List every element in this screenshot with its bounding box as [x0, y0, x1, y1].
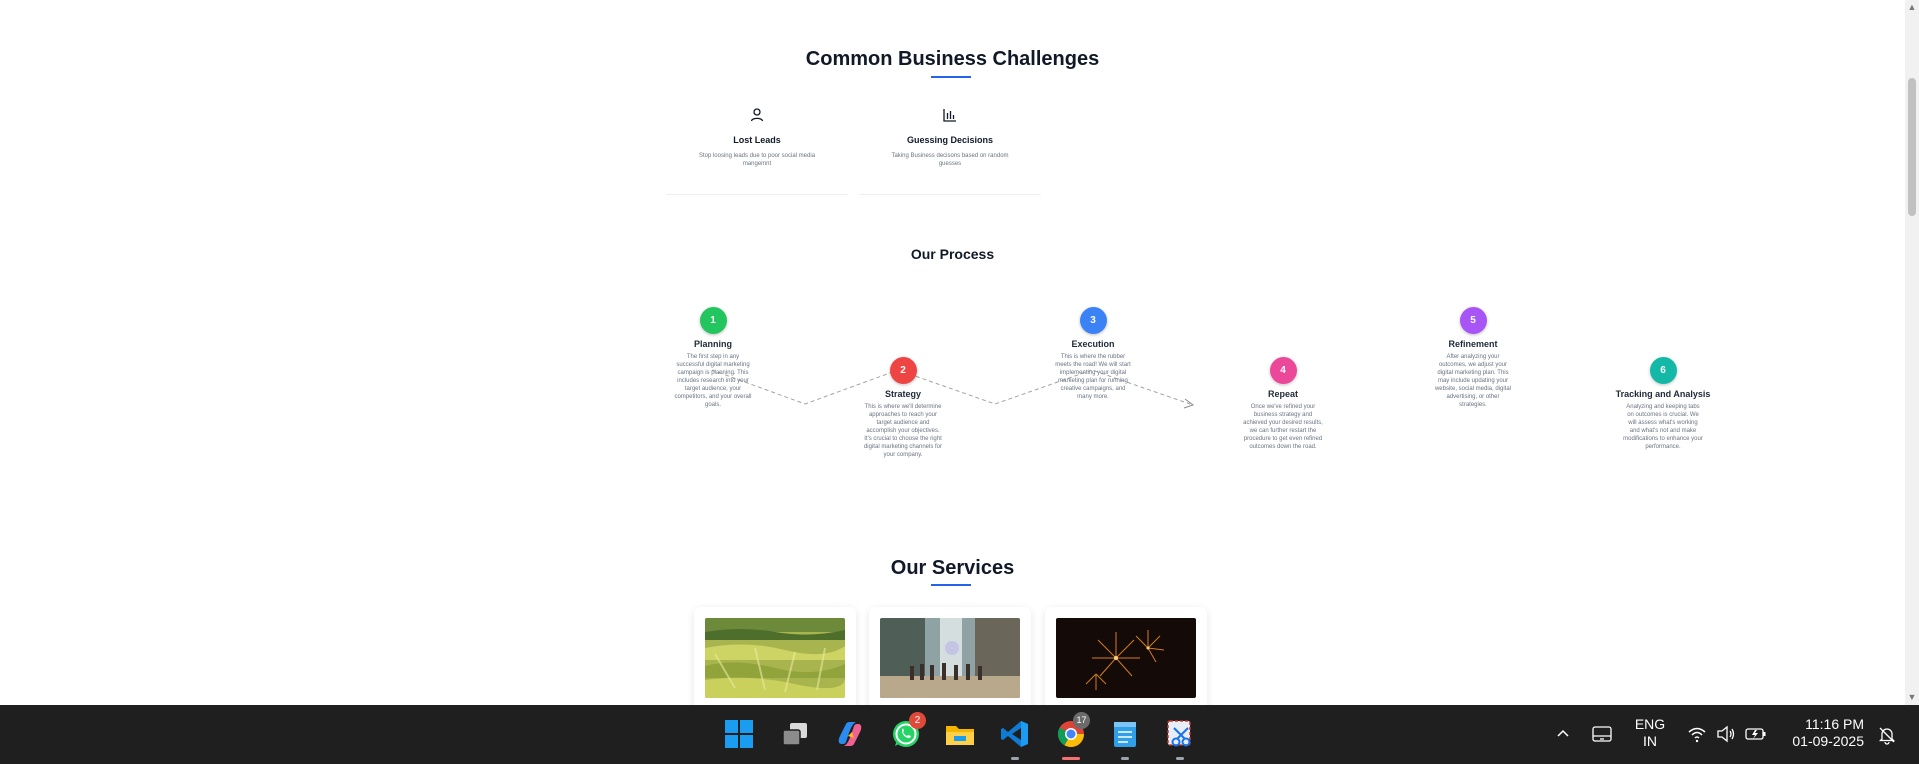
- vscode-button[interactable]: [999, 718, 1031, 750]
- step-title: Execution: [1071, 339, 1115, 349]
- snipping-tool-running-indicator: [1176, 757, 1184, 760]
- step-title: Strategy: [884, 389, 921, 399]
- whatsapp-unread-badge: 2: [909, 712, 926, 729]
- battery-charging-icon: [1745, 728, 1766, 740]
- step-number-badge: 2: [889, 357, 917, 384]
- notepad-running-indicator: [1121, 757, 1129, 760]
- copilot-button[interactable]: [834, 718, 866, 750]
- clock-button[interactable]: 11:16 PM 01-09-2025: [1780, 716, 1864, 750]
- chevron-up-icon: [1557, 729, 1569, 737]
- whatsapp-button[interactable]: 2: [890, 712, 926, 750]
- fireworks-night-image: [1056, 618, 1196, 698]
- touch-keyboard-button[interactable]: [1591, 725, 1613, 747]
- show-hidden-icons-button[interactable]: [1553, 725, 1573, 745]
- scrollbar-thumb[interactable]: [1908, 78, 1916, 216]
- keyboard-layout-icon: [1592, 726, 1612, 742]
- step-number-badge: 3: [1079, 307, 1107, 334]
- snipping-tool-button[interactable]: [1164, 718, 1196, 750]
- step-number-badge: 4: [1269, 357, 1297, 384]
- battery-status-button[interactable]: [1744, 725, 1768, 747]
- step-title: Tracking and Analysis: [1615, 389, 1711, 399]
- language-indicator[interactable]: ENG IN: [1628, 716, 1672, 750]
- process-step-strategy: 2 Strategy This is where we'll determine…: [853, 357, 953, 459]
- snipping-tool-icon: [1167, 720, 1191, 747]
- group-at-waterfall-image: [880, 618, 1020, 698]
- scroll-down-arrow-icon[interactable]: ▼: [1907, 692, 1917, 702]
- service-card[interactable]: [694, 607, 856, 705]
- windows-icon: [725, 720, 753, 748]
- services-title: Our Services: [890, 557, 1015, 579]
- service-card[interactable]: [869, 607, 1031, 705]
- notepad-icon: [1114, 722, 1136, 747]
- vertical-scrollbar[interactable]: ▲ ▼: [1905, 0, 1919, 705]
- clock-time: 11:16 PM: [1805, 716, 1864, 732]
- copilot-icon: [838, 722, 862, 746]
- step-desc: This is where we'll determine approaches…: [863, 404, 943, 458]
- task-view-button[interactable]: [779, 718, 811, 750]
- step-desc: After analyzing your outcomes, we adjust…: [1434, 354, 1512, 408]
- step-number-badge: 5: [1459, 307, 1487, 334]
- web-page: Common Business Challenges Lost Leads St…: [0, 0, 1905, 705]
- step-title: Planning: [694, 339, 732, 349]
- rice-field-painting-image: [705, 618, 845, 698]
- process-step-execution: 3 Execution This is where the rubber mee…: [1043, 307, 1143, 401]
- step-title: Refinement: [1448, 339, 1498, 349]
- clock-date: 01-09-2025: [1792, 733, 1864, 749]
- notifications-button[interactable]: [1876, 725, 1898, 749]
- language-region: IN: [1643, 733, 1657, 749]
- file-explorer-button[interactable]: [944, 718, 976, 750]
- scroll-up-arrow-icon[interactable]: ▲: [1907, 2, 1917, 12]
- notepad-button[interactable]: [1109, 718, 1141, 750]
- process-step-planning: 1 Planning The first step in any success…: [663, 307, 763, 409]
- volume-button[interactable]: [1715, 725, 1737, 747]
- chrome-button[interactable]: 17: [1055, 712, 1090, 750]
- process-step-repeat: 4 Repeat Once we've refined your busines…: [1233, 357, 1333, 451]
- process-connector-line: [711, 369, 1195, 409]
- vscode-running-indicator: [1011, 757, 1019, 760]
- notification-bell-icon: [1878, 727, 1896, 745]
- wifi-icon: [1688, 727, 1706, 743]
- process-step-refinement: 5 Refinement After analyzing your outcom…: [1423, 307, 1523, 409]
- chrome-active-indicator: [1062, 757, 1080, 760]
- chrome-tab-count-badge: 17: [1073, 712, 1090, 729]
- service-card[interactable]: [1045, 607, 1207, 705]
- speaker-icon: [1717, 725, 1735, 743]
- start-button[interactable]: [723, 718, 755, 750]
- step-desc: Once we've refined your business strateg…: [1243, 404, 1323, 450]
- step-number-badge: 6: [1649, 357, 1677, 384]
- folder-icon: [946, 726, 974, 745]
- vscode-icon: [1001, 721, 1028, 747]
- windows-taskbar: 2 17 ENG IN 11:16 PM 01-09-2025: [0, 705, 1919, 764]
- step-desc: The first step in any successful digital…: [674, 354, 752, 408]
- language-code: ENG: [1634, 716, 1666, 732]
- step-desc: Analyzing and keeping tabs on outcomes i…: [1623, 404, 1703, 450]
- wifi-status-button[interactable]: [1686, 725, 1708, 747]
- task-view-icon: [782, 723, 807, 746]
- step-title: Repeat: [1267, 389, 1298, 399]
- step-desc: This is where the rubber meets the road!…: [1055, 354, 1131, 400]
- services-title-underline: [931, 584, 971, 586]
- process-step-tracking-and-analysis: 6 Tracking and Analysis Analyzing and ke…: [1613, 357, 1713, 451]
- step-number-badge: 1: [699, 307, 727, 334]
